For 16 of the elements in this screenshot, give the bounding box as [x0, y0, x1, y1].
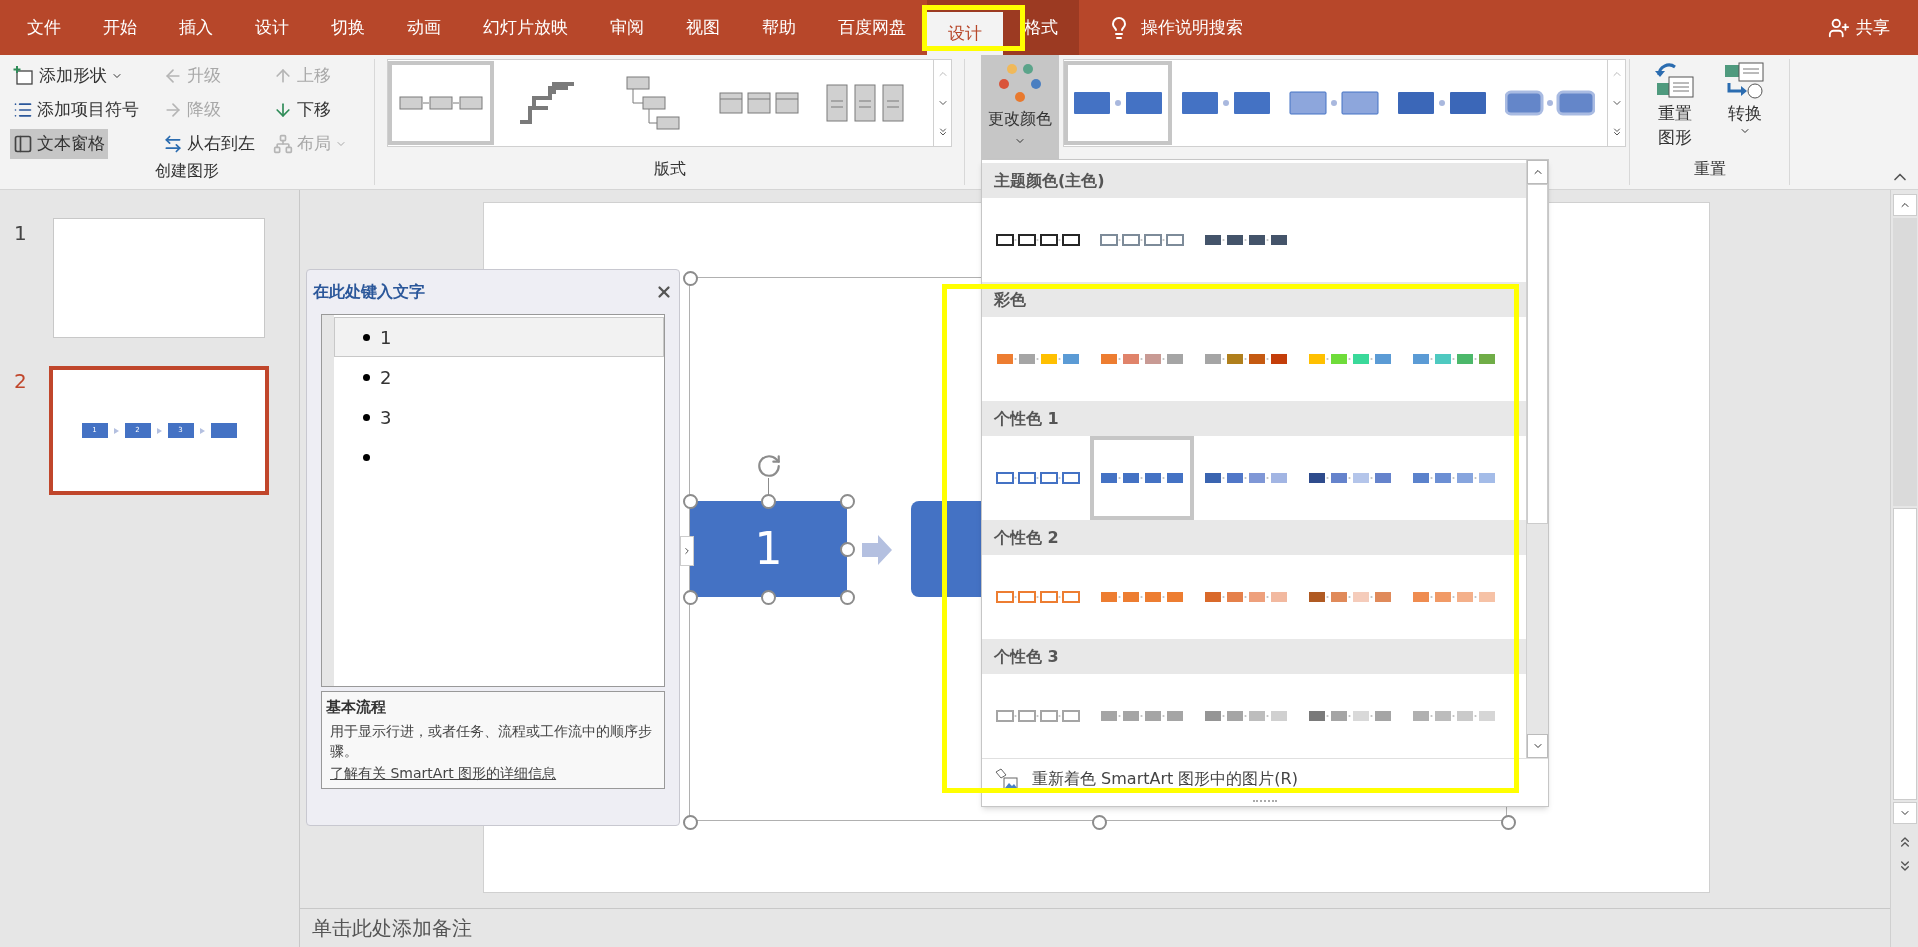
bullet-text: 1: [380, 325, 392, 350]
slide-number: 1: [13, 220, 28, 247]
section-header: 主题颜色(主色): [982, 163, 1527, 198]
bullet-text: 3: [380, 405, 392, 430]
info-description: 用于显示行进，或者任务、流程或工作流中的顺序步骤。: [329, 721, 653, 761]
notes-placeholder: 单击此处添加备注: [312, 915, 472, 942]
section-header: 个性色 2: [982, 520, 1527, 555]
section-header: 个性色 3: [982, 639, 1527, 674]
group-label: 创建图形: [155, 160, 219, 182]
bullet-text: 2: [380, 365, 392, 390]
group-label: 重置: [1693, 158, 1726, 180]
group-label: 版式: [653, 158, 686, 180]
section-header: 个性色 1: [982, 401, 1527, 436]
slide-number: 2: [13, 368, 28, 395]
info-title: 基本流程: [326, 697, 387, 718]
text-pane-title: 在此处键入文字: [313, 281, 425, 303]
